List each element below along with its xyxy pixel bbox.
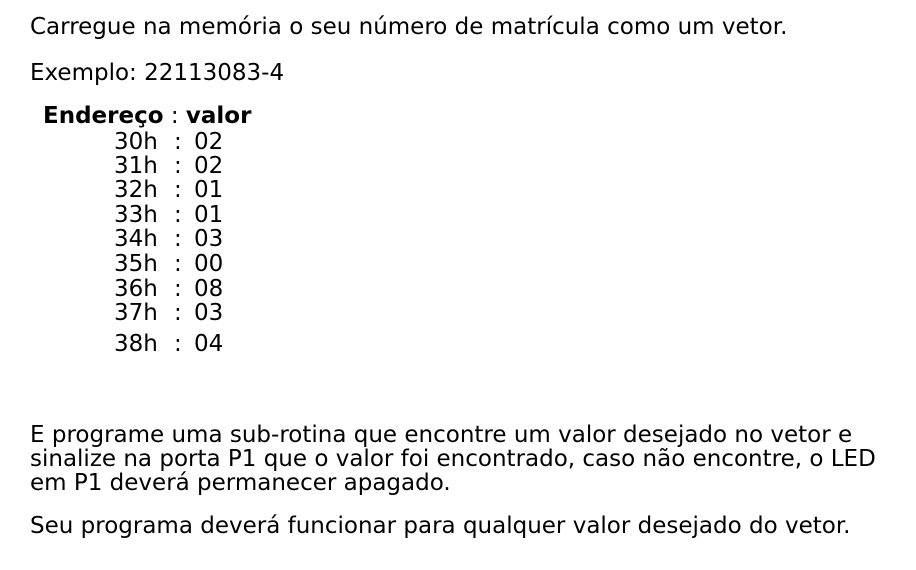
memory-row: 30h:02	[114, 130, 314, 154]
row-separator: :	[174, 202, 182, 228]
row-address: 32h	[114, 177, 158, 203]
example-text: Exemplo: 22113083-4	[30, 60, 285, 86]
row-value: 02	[194, 153, 224, 179]
row-value: 03	[194, 226, 224, 252]
row-address: 30h	[114, 129, 158, 155]
row-separator: :	[174, 153, 182, 179]
row-address: 35h	[114, 251, 158, 277]
row-value: 01	[194, 177, 224, 203]
row-separator: :	[174, 276, 182, 302]
row-separator: :	[174, 331, 182, 357]
row-value: 04	[194, 331, 224, 357]
header-separator: :	[163, 103, 186, 129]
row-separator: :	[174, 177, 182, 203]
row-value: 02	[194, 129, 224, 155]
row-separator: :	[174, 300, 182, 326]
header-value: valor	[185, 103, 252, 129]
row-address: 37h	[114, 300, 158, 326]
header-address: Endereço	[43, 103, 164, 129]
memory-row: 34h:03	[114, 227, 314, 251]
row-value: 08	[194, 276, 224, 302]
memory-row: 32h:01	[114, 178, 314, 202]
row-separator: :	[174, 129, 182, 155]
row-address: 31h	[114, 153, 158, 179]
memory-row: 35h:00	[114, 252, 314, 276]
row-value: 01	[194, 202, 224, 228]
row-address: 38h	[114, 331, 158, 357]
memory-table-header: Endereço : valor	[43, 103, 251, 130]
memory-row: 31h:02	[114, 154, 314, 178]
memory-row: 36h:08	[114, 277, 314, 301]
memory-row: 37h:03	[114, 301, 314, 325]
row-value: 03	[194, 300, 224, 326]
intro-text: Carregue na memória o seu número de matr…	[30, 14, 788, 40]
final-paragraph: Seu programa deverá funcionar para qualq…	[30, 513, 851, 539]
row-separator: :	[174, 251, 182, 277]
row-separator: :	[174, 226, 182, 252]
row-address: 33h	[114, 202, 158, 228]
memory-row: 38h:04	[114, 332, 314, 356]
row-address: 36h	[114, 276, 158, 302]
task-paragraph: E programe uma sub-rotina que encontre u…	[30, 422, 876, 496]
memory-row: 33h:01	[114, 203, 314, 227]
row-value: 00	[194, 251, 224, 277]
row-address: 34h	[114, 226, 158, 252]
